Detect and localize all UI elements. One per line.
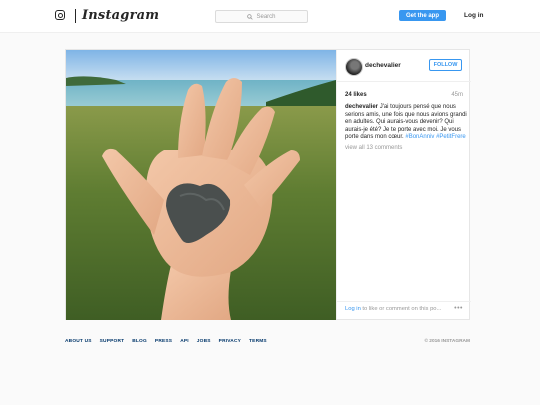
log-in-link[interactable]: Log in [464,12,484,19]
footer-link-support[interactable]: SUPPORT [100,339,125,344]
footer-link-blog[interactable]: BLOG [132,339,147,344]
post-photo[interactable] [66,50,336,320]
footer-link-about[interactable]: ABOUT US [65,339,92,344]
footer-navigation: ABOUT US SUPPORT BLOG PRESS API JOBS PRI… [65,339,267,344]
comment-bar: Log in to like or comment on this po... … [337,301,471,319]
search-icon [247,13,254,20]
more-options-icon[interactable]: ••• [454,305,463,312]
copyright-text: © 2016 INSTAGRAM [424,339,470,344]
post-card: dechevalier FOLLOW 24 likes 45m decheval… [65,49,471,320]
avatar[interactable] [345,58,363,76]
footer-link-terms[interactable]: TERMS [249,339,267,344]
footer-link-api[interactable]: API [180,339,189,344]
instagram-camera-icon[interactable] [55,10,65,20]
comment-login-link[interactable]: Log in [345,306,361,312]
comment-prompt-text: to like or comment on this po... [360,306,442,312]
get-the-app-button[interactable]: Get the app [399,10,446,21]
search-placeholder: Search [256,13,276,20]
caption-hashtags[interactable]: #BonAnniv #PetitFrere [405,134,465,140]
post-sidebar: dechevalier FOLLOW 24 likes 45m decheval… [336,50,471,319]
logo-divider [75,9,76,23]
post-photo-illustration [66,50,336,320]
footer-link-privacy[interactable]: PRIVACY [219,339,241,344]
caption-username[interactable]: dechevalier [345,104,378,110]
comment-prompt: Log in to like or comment on this po... [345,306,441,312]
footer-link-press[interactable]: PRESS [155,339,172,344]
post-caption: dechevalier J'ai toujours pensé que nous… [345,104,469,142]
post-username[interactable]: dechevalier [365,62,401,69]
footer-link-jobs[interactable]: JOBS [197,339,211,344]
top-navigation-bar: Instagram Search Get the app Log in [0,0,540,33]
post-header: dechevalier FOLLOW [337,50,471,82]
likes-count[interactable]: 24 likes [345,92,463,98]
instagram-wordmark[interactable]: Instagram [82,8,159,23]
search-input[interactable]: Search [215,10,308,23]
post-timestamp[interactable]: 45m [451,92,463,98]
follow-button[interactable]: FOLLOW [429,59,462,71]
post-meta: 24 likes 45m [345,92,463,98]
view-all-comments-link[interactable]: view all 13 comments [345,145,402,151]
